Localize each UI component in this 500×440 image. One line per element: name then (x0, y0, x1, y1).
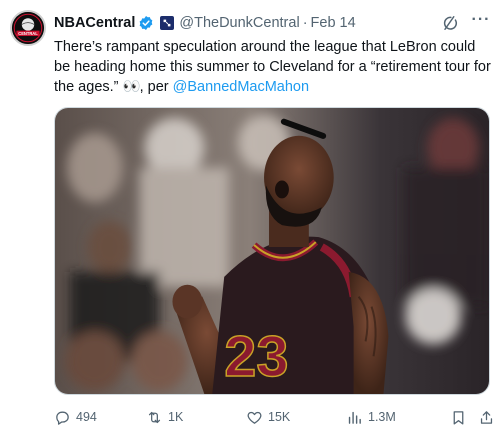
views-count: 1.3M (368, 410, 396, 424)
jersey-number: 23 (224, 325, 288, 389)
retweet-icon (148, 411, 161, 423)
verified-badge-icon (140, 16, 153, 30)
lebron-photo: 23 (55, 108, 489, 394)
author-name[interactable]: NBACentral (54, 15, 135, 31)
tweet-text: There’s rampant speculation around the l… (54, 37, 494, 97)
tweet-header: NBACentral @TheDunkCentral · Feb 14 (54, 13, 356, 33)
header-separator: · (302, 15, 308, 31)
share-button[interactable] (478, 405, 500, 429)
avatar[interactable]: CENTRAL (10, 10, 46, 46)
bookmark-icon (453, 410, 464, 425)
retweet-button[interactable]: 1K (146, 405, 183, 429)
mention-link[interactable]: @BannedMacMahon (173, 79, 309, 95)
tweet-date[interactable]: Feb 14 (311, 15, 356, 31)
share-icon (480, 410, 493, 424)
tweet-text-per: , per (139, 79, 173, 95)
heart-icon (247, 411, 262, 424)
grok-icon[interactable] (440, 13, 460, 33)
eyes-emoji: 👀 (122, 79, 141, 95)
affiliate-badge-icon[interactable] (160, 16, 175, 30)
tweet[interactable]: CENTRAL NBACentral @TheDunkCentral · Feb… (0, 0, 500, 440)
like-button[interactable]: 15K (246, 405, 290, 429)
retweet-count: 1K (168, 410, 184, 424)
avatar-label: CENTRAL (18, 31, 38, 36)
tweet-actions: 494 1K 15K 1.3M (54, 405, 494, 429)
author-handle[interactable]: @TheDunkCentral (179, 15, 299, 31)
reply-count: 494 (76, 410, 97, 424)
views-button[interactable]: 1.3M (346, 405, 396, 429)
nba-central-logo-icon: CENTRAL (12, 12, 44, 44)
tweet-media-image[interactable]: 23 (54, 107, 490, 395)
like-count: 15K (268, 410, 291, 424)
more-icon[interactable]: ··· (470, 11, 492, 33)
views-icon (348, 411, 361, 424)
bookmark-button[interactable] (450, 405, 472, 429)
reply-button[interactable]: 494 (54, 405, 97, 429)
reply-icon (56, 411, 69, 425)
